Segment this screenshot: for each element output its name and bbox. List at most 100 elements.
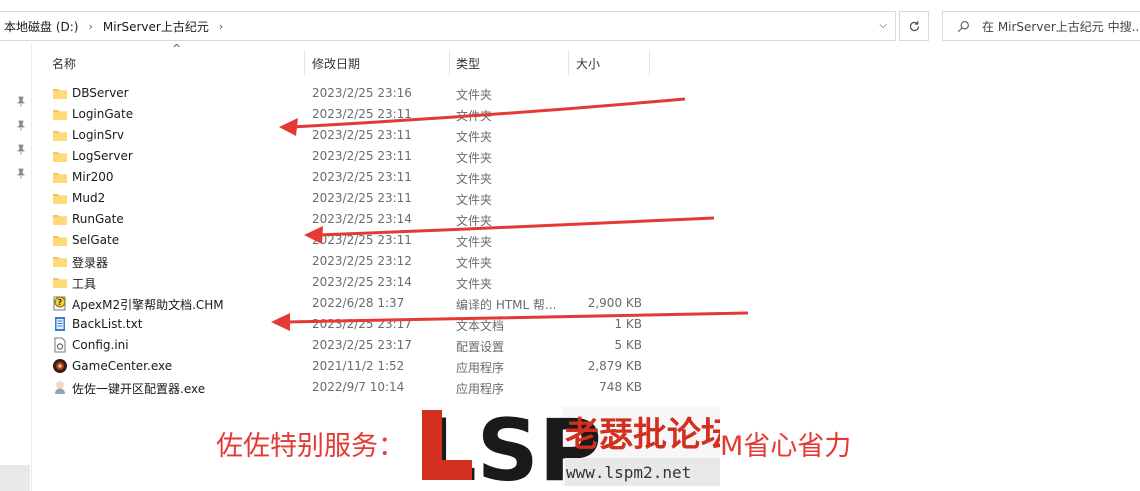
chm-help-icon: ? [52,295,68,311]
file-date: 2023/2/25 23:17 [312,317,412,331]
address-dropdown-icon[interactable]: ⌵ [879,20,887,31]
file-row[interactable]: ? ApexM2引擎帮助文档.CHM 2022/6/28 1:37 编译的 HTML … [48,293,648,314]
file-name: LogServer [72,149,133,163]
file-row[interactable]: 佐佐一键开区配置器.exe 2022/9/7 10:14 应用程序 748 KB [48,377,648,398]
logo-title: 老瑟批论坛 [565,415,720,455]
column-header-type[interactable]: 类型 [448,48,568,78]
file-type: 应用程序 [456,361,505,375]
file-date: 2023/2/25 23:11 [312,170,412,184]
search-placeholder: 在 MirServer上古纪元 中搜... [982,19,1140,34]
file-type: 文件夹 [456,172,493,186]
file-row[interactable]: DBServer 2023/2/25 23:16 文件夹 [48,83,648,104]
file-type: 文件夹 [456,88,493,102]
file-row[interactable]: RunGate 2023/2/25 23:14 文件夹 [48,209,648,230]
file-date: 2023/2/25 23:17 [312,338,412,352]
file-name: 登录器 [72,256,109,270]
search-input[interactable]: 在 MirServer上古纪元 中搜... [942,11,1140,41]
column-header-size[interactable]: 大小 [568,48,650,78]
logo-url: www.lspm2.net [566,463,691,482]
file-type: 文件夹 [456,277,493,291]
file-row[interactable]: LoginGate 2023/2/25 23:11 文件夹 [48,104,648,125]
file-date: 2023/2/25 23:12 [312,254,412,268]
folder-icon [52,211,68,227]
file-row[interactable]: Mud2 2023/2/25 23:11 文件夹 [48,188,648,209]
breadcrumb-drive[interactable]: 本地磁盘 (D:) [0,18,82,35]
file-name: DBServer [72,86,129,100]
file-size: 2,879 KB [587,359,642,373]
file-name: Mud2 [72,191,106,205]
file-name: SelGate [72,233,120,247]
file-date: 2023/2/25 23:16 [312,86,412,100]
folder-icon [52,106,68,122]
file-name: 工具 [72,277,97,291]
address-row: 本地磁盘 (D:) › MirServer上古纪元 › ⌵ 在 MirServe… [0,10,1140,42]
file-type: 应用程序 [456,382,505,396]
file-name: LoginSrv [72,128,125,142]
file-row[interactable]: 工具 2023/2/25 23:14 文件夹 [48,272,648,293]
pin-icon[interactable] [15,96,27,108]
navigation-pane [0,44,32,491]
file-type: 文件夹 [456,214,493,228]
column-header-name[interactable]: 名称 [44,48,304,78]
text-file-icon [52,316,68,332]
file-date: 2023/2/25 23:11 [312,107,412,121]
folder-icon [52,85,68,101]
nav-pane-footer [0,465,30,491]
pin-icon[interactable] [15,168,27,180]
file-name: LoginGate [72,107,134,121]
folder-icon [52,148,68,164]
refresh-button[interactable] [899,11,929,41]
file-date: 2021/11/2 1:52 [312,359,405,373]
breadcrumb-folder[interactable]: MirServer上古纪元 [99,18,213,35]
file-name: Config.ini [72,338,129,352]
file-date: 2023/2/25 23:11 [312,128,412,142]
folder-icon [52,190,68,206]
file-row[interactable]: Config.ini 2023/2/25 23:17 配置设置 5 KB [48,335,648,356]
column-header-date[interactable]: 修改日期 [304,48,448,78]
file-name: Mir200 [72,170,114,184]
file-date: 2023/2/25 23:14 [312,212,412,226]
file-type: 文件夹 [456,235,493,249]
file-name: GameCenter.exe [72,359,173,373]
file-type: 配置设置 [456,340,505,354]
file-date: 2022/6/28 1:37 [312,296,405,310]
file-type: 文本文档 [456,319,505,333]
file-row[interactable]: LogServer 2023/2/25 23:11 文件夹 [48,146,648,167]
file-date: 2023/2/25 23:14 [312,275,412,289]
folder-icon [52,169,68,185]
gamecenter-app-icon [52,358,68,374]
column-divider[interactable] [649,50,650,76]
file-name: BackList.txt [72,317,143,331]
file-type: 文件夹 [456,151,493,165]
breadcrumb-chevron-icon[interactable]: › [213,20,229,33]
file-row[interactable]: LoginSrv 2023/2/25 23:11 文件夹 [48,125,648,146]
folder-icon [52,274,68,290]
file-type: 文件夹 [456,256,493,270]
refresh-icon [909,20,919,31]
character-app-icon [52,379,68,395]
file-name: ApexM2引擎帮助文档.CHM [72,298,224,312]
promo-text-left: 佐佐特别服务： [216,431,405,462]
file-type: 文件夹 [456,109,493,123]
folder-icon [52,127,68,143]
file-type: 文件夹 [456,193,493,207]
svg-text:?: ? [58,298,63,307]
address-bar[interactable]: 本地磁盘 (D:) › MirServer上古纪元 › ⌵ [0,11,896,41]
pin-icon[interactable] [15,144,27,156]
pin-icon[interactable] [15,120,27,132]
file-size: 748 KB [599,380,642,394]
ini-file-icon [52,337,68,353]
breadcrumb: 本地磁盘 (D:) › MirServer上古纪元 › [0,12,229,40]
file-name: 佐佐一键开区配置器.exe [72,382,206,396]
file-name: RunGate [72,212,124,226]
breadcrumb-chevron-icon[interactable]: › [82,20,98,33]
file-type: 文件夹 [456,130,493,144]
file-row[interactable]: Mir200 2023/2/25 23:11 文件夹 [48,167,648,188]
file-row[interactable]: GameCenter.exe 2021/11/2 1:52 应用程序 2,879 KB [48,356,648,377]
file-row[interactable]: BackList.txt 2023/2/25 23:17 文本文档 1 KB [48,314,648,335]
file-row[interactable]: SelGate 2023/2/25 23:11 文件夹 [48,230,648,251]
file-row[interactable]: 登录器 2023/2/25 23:12 文件夹 [48,251,648,272]
file-date: 2022/9/7 10:14 [312,380,405,394]
promo-text-right: M省心省力 [720,431,852,462]
folder-icon [52,253,68,269]
